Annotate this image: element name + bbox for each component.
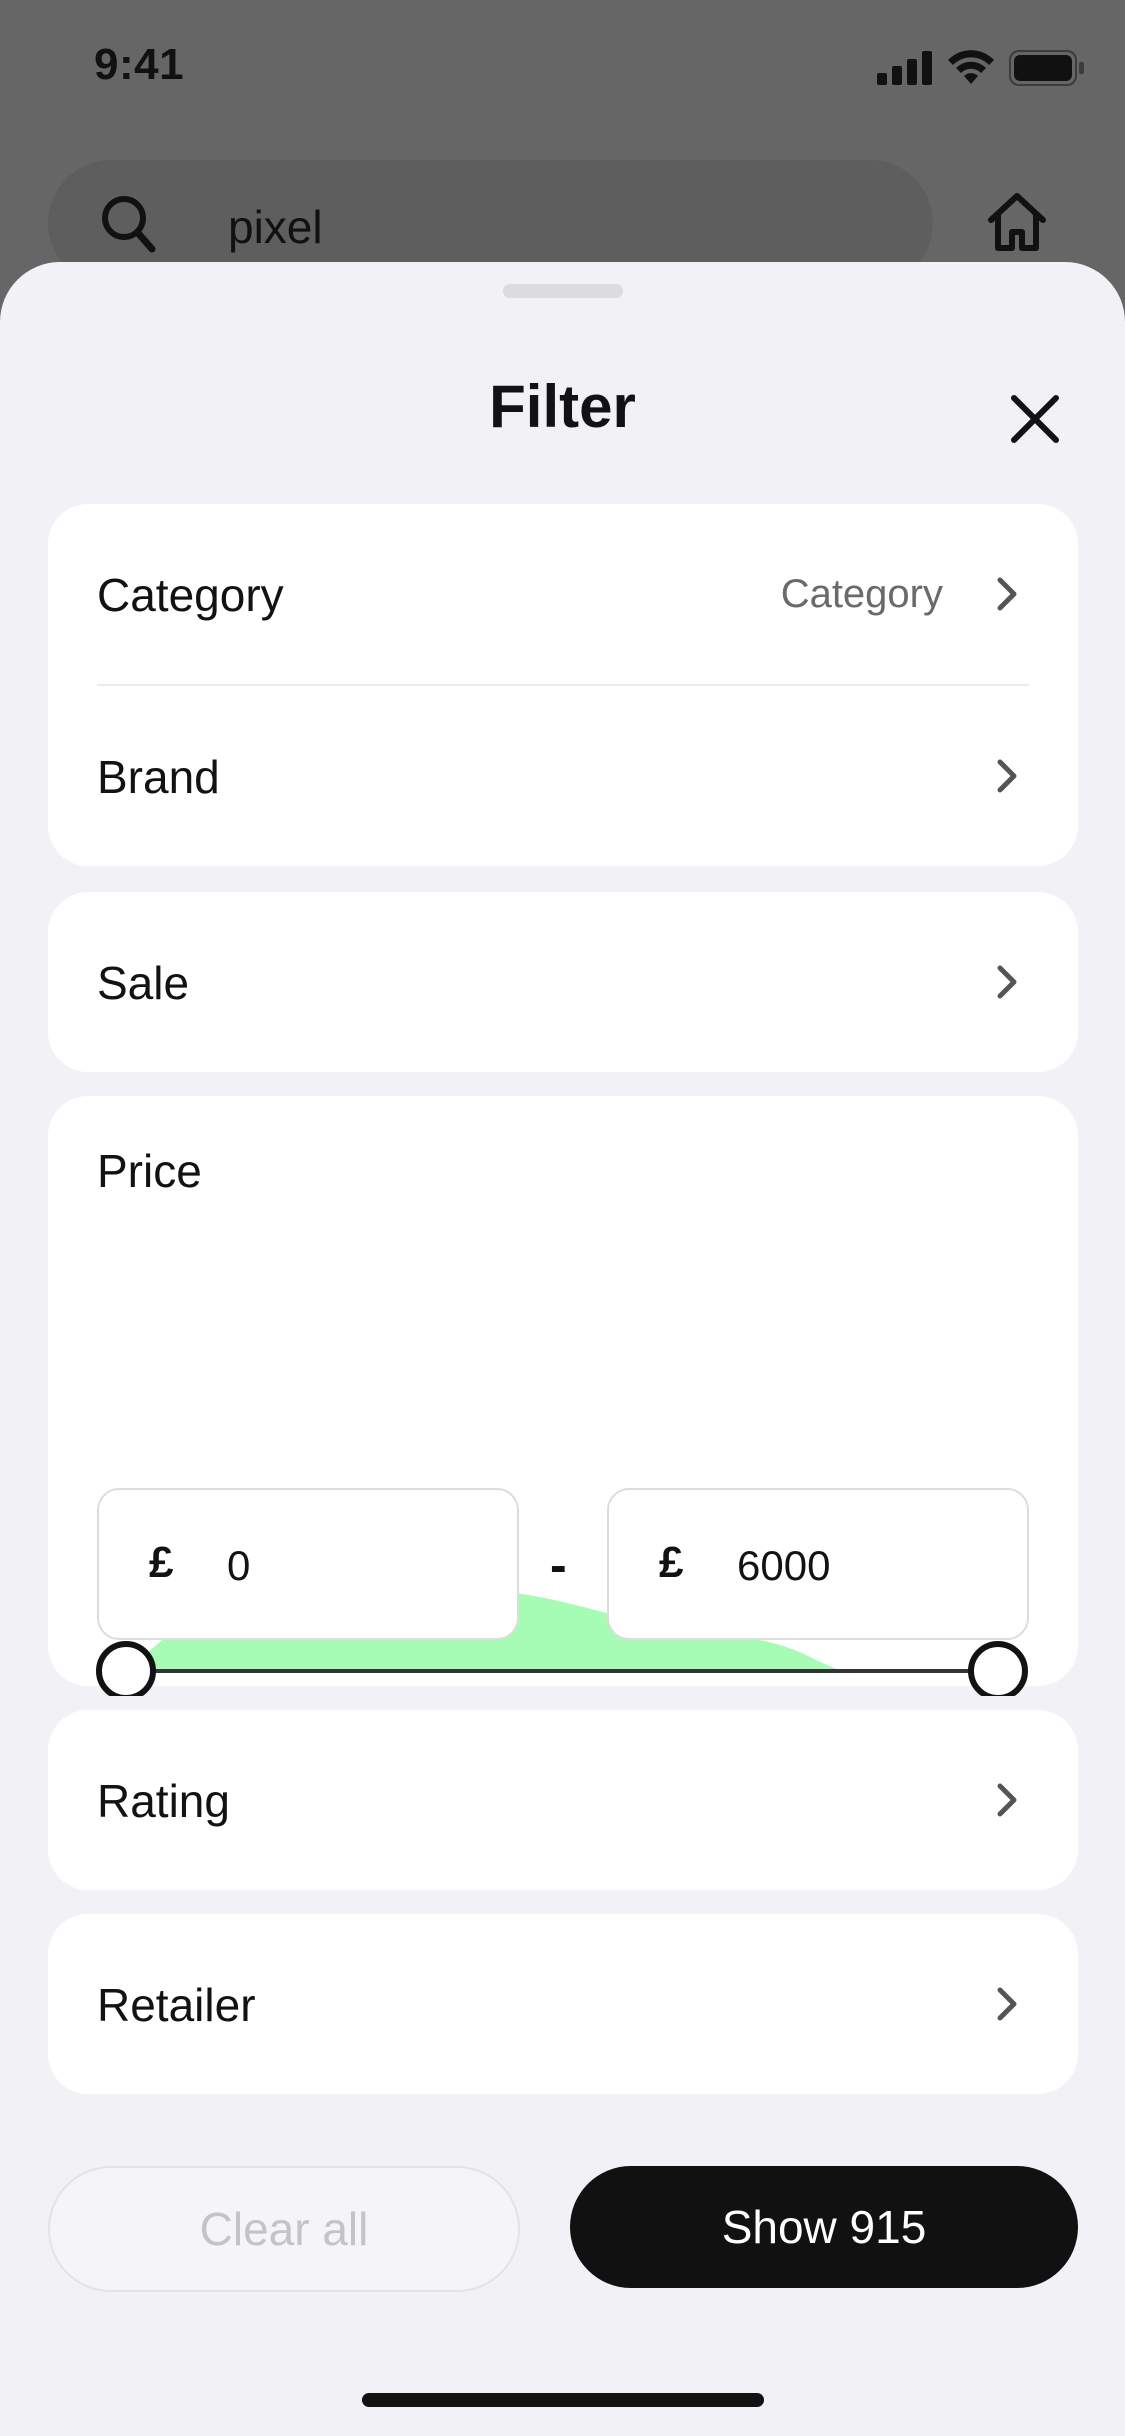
chevron-right-icon: [997, 759, 1017, 793]
chevron-right-icon: [997, 965, 1017, 999]
show-results-button[interactable]: Show 915: [570, 2166, 1078, 2288]
price-range-separator: -: [550, 1537, 567, 1593]
slider-max-handle[interactable]: [968, 1641, 1028, 1696]
rating-label: Rating: [97, 1775, 230, 1827]
price-card: Price £ 0 - £ 6000: [48, 1096, 1078, 1696]
close-icon[interactable]: [1000, 384, 1070, 454]
min-price-value[interactable]: 0: [227, 1542, 250, 1590]
max-price-value[interactable]: 6000: [737, 1542, 830, 1590]
chevron-right-icon: [997, 1783, 1017, 1817]
category-row[interactable]: Category Category: [48, 504, 1078, 684]
battery-icon: [1009, 50, 1084, 86]
search-icon: [102, 196, 156, 253]
sale-label: Sale: [97, 957, 190, 1009]
slider-min-handle[interactable]: [96, 1641, 156, 1696]
min-price-field[interactable]: £ 0: [97, 1488, 519, 1640]
chevron-right-icon: [997, 577, 1017, 611]
sale-row[interactable]: Sale: [48, 892, 1078, 1072]
retailer-label: Retailer: [97, 1979, 256, 2031]
status-time: 9:41: [94, 40, 185, 89]
category-label: Category: [97, 569, 284, 621]
max-currency-symbol: £: [659, 1538, 684, 1587]
home-indicator: [362, 2393, 764, 2407]
sheet-title: Filter: [489, 373, 636, 440]
brand-label: Brand: [97, 751, 220, 803]
rating-row[interactable]: Rating: [48, 1710, 1078, 1890]
cellular-signal-icon: [877, 51, 932, 85]
retailer-row[interactable]: Retailer: [48, 1914, 1078, 2094]
retailer-card: Retailer: [48, 1914, 1078, 2094]
category-value: Category: [780, 572, 943, 616]
max-price-field[interactable]: £ 6000: [607, 1488, 1029, 1640]
wifi-icon: [948, 50, 994, 84]
chevron-right-icon: [997, 1987, 1017, 2021]
sale-card: Sale: [48, 892, 1078, 1072]
clear-all-button[interactable]: Clear all: [48, 2166, 520, 2292]
search-input[interactable]: pixel: [228, 200, 323, 254]
category-brand-card: Category Category Brand: [48, 504, 1078, 866]
brand-row[interactable]: Brand: [48, 686, 1078, 866]
filter-sheet: Filter Category Category Brand Sale Pric…: [0, 262, 1125, 2436]
status-bar: 9:41: [0, 0, 1125, 140]
sheet-grabber[interactable]: [503, 284, 623, 298]
status-icons: [877, 50, 1085, 86]
home-icon[interactable]: [985, 190, 1049, 254]
min-currency-symbol: £: [149, 1538, 174, 1587]
rating-card: Rating: [48, 1710, 1078, 1890]
